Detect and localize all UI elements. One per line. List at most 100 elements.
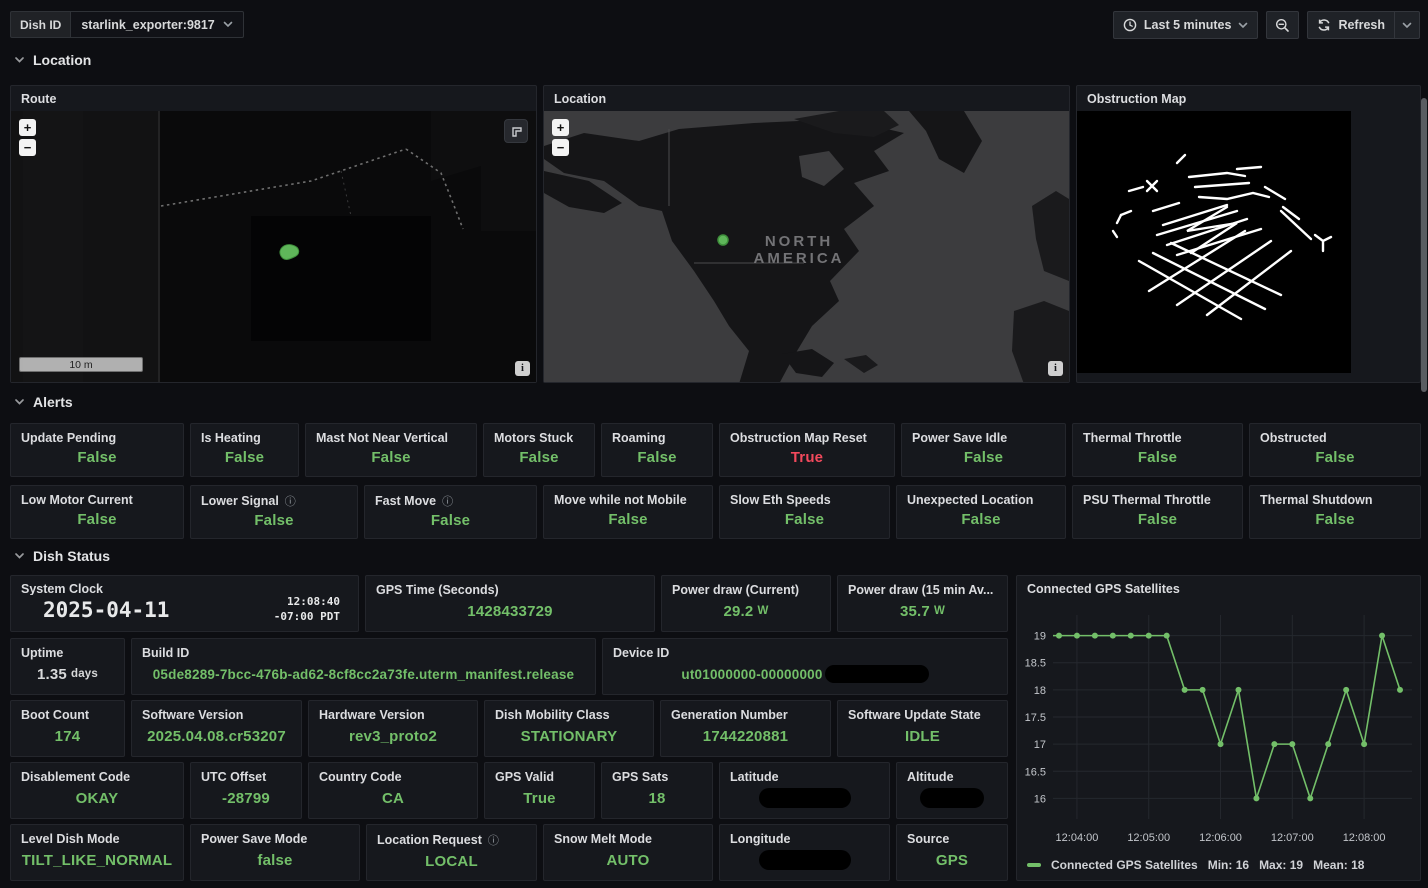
stat-label: Level Dish Mode — [21, 832, 173, 846]
stat-value: rev3_proto2 — [319, 722, 467, 750]
stat-label: System Clock — [21, 583, 348, 595]
location-zoom-out-button[interactable]: − — [552, 139, 569, 156]
software-version-panel: Software Version 2025.04.08.cr53207 — [131, 700, 302, 757]
route-measure-tool-button[interactable] — [504, 119, 528, 143]
stat-value: False — [907, 507, 1055, 532]
stat-value: False — [612, 445, 702, 470]
stat-value: False — [21, 507, 173, 532]
route-attribution-button[interactable]: i — [515, 361, 530, 376]
chevron-down-icon — [1238, 22, 1248, 29]
gps-satellites-title: Connected GPS Satellites — [1017, 576, 1420, 601]
scrollbar-thumb[interactable] — [1421, 98, 1427, 392]
alerts-row-1: Update Pending False Is Heating False Ma… — [10, 423, 1421, 477]
alert-thermal-throttle: Thermal Throttle False — [1072, 423, 1243, 477]
alert-slow-eth-speeds: Slow Eth Speeds False — [719, 485, 890, 539]
status-row-4: Disablement Code OKAY UTC Offset -28799 … — [10, 762, 1008, 819]
section-alerts[interactable]: Alerts — [14, 394, 73, 410]
status-row-1: System Clock 2025-04-11 12:08:40-07:00 P… — [10, 575, 1008, 632]
chevron-down-icon — [14, 398, 25, 406]
route-map[interactable]: + − 10 m i — [11, 111, 536, 382]
power-save-mode-panel: Power Save Mode false — [190, 824, 360, 881]
stat-value: LOCAL — [377, 848, 526, 874]
stat-label: Obstructed — [1260, 431, 1410, 445]
dish-id-variable: Dish ID starlink_exporter:9817 — [10, 11, 244, 38]
location-attribution-button[interactable]: i — [1048, 361, 1063, 376]
gps-satellites-chart: 1616.51717.51818.51912:04:0012:05:0012:0… — [1017, 601, 1420, 880]
stat-value: 29.2W — [672, 597, 820, 625]
stat-value: False — [912, 445, 1055, 470]
disablement-code-panel: Disablement Code OKAY — [10, 762, 184, 819]
time-range-picker[interactable]: Last 5 minutes — [1113, 11, 1259, 39]
utc-offset-panel: UTC Offset -28799 — [190, 762, 302, 819]
stat-value: IDLE — [848, 722, 997, 750]
dish-id-label: Dish ID — [10, 11, 70, 38]
info-icon[interactable]: ⓘ — [488, 832, 499, 848]
stat-value: False — [730, 507, 879, 532]
legend-max: Max: 19 — [1259, 858, 1303, 872]
dish-id-select[interactable]: starlink_exporter:9817 — [70, 11, 243, 38]
route-zoom-out-button[interactable]: − — [19, 139, 36, 156]
stat-value: 2025.04.08.cr53207 — [142, 722, 291, 750]
stat-value: False — [554, 507, 702, 532]
level-dish-mode-panel: Level Dish Mode TILT_LIKE_NORMAL — [10, 824, 184, 881]
chevron-down-icon — [1402, 22, 1412, 29]
stat-value: False — [1083, 507, 1232, 532]
alert-is-heating: Is Heating False — [190, 423, 299, 477]
zoom-out-time-button[interactable] — [1266, 11, 1299, 39]
stat-label: Boot Count — [21, 708, 114, 722]
refresh-interval-dropdown[interactable] — [1395, 11, 1420, 39]
alert-mast-not-near-vertical: Mast Not Near Vertical False — [305, 423, 477, 477]
legend-series-label[interactable]: Connected GPS Satellites — [1051, 858, 1198, 872]
power-draw-current-panel: Power draw (Current) 29.2W — [661, 575, 831, 632]
stat-label: Build ID — [142, 646, 585, 660]
stat-label: Lower Signalⓘ — [201, 493, 347, 509]
stat-value: -28799 — [201, 784, 291, 812]
alert-obstruction-map-reset: Obstruction Map Reset True — [719, 423, 895, 477]
obstruction-map-image — [1077, 111, 1351, 373]
power-draw-avg-panel: Power draw (15 min Av... 35.7W — [837, 575, 1008, 632]
svg-text:16: 16 — [1034, 793, 1046, 805]
alerts-row-2: Low Motor Current False Lower Signalⓘ Fa… — [10, 485, 1421, 539]
device-id-panel: Device ID ut01000000-00000000 — [602, 638, 1008, 695]
status-row-2: Uptime 1.35days Build ID 05de8289-7bcc-4… — [10, 638, 1008, 695]
refresh-button[interactable]: Refresh — [1307, 11, 1395, 39]
obstruction-panel-title: Obstruction Map — [1077, 86, 1420, 111]
stat-label: Slow Eth Speeds — [730, 493, 879, 507]
info-icon[interactable]: ⓘ — [442, 493, 453, 509]
stat-label: Thermal Throttle — [1083, 431, 1232, 445]
stat-value: CA — [319, 784, 467, 812]
chevron-down-icon — [14, 552, 25, 560]
location-zoom-in-button[interactable]: + — [552, 119, 569, 136]
stat-label: Power Save Idle — [912, 431, 1055, 445]
dish-id-value: starlink_exporter:9817 — [81, 18, 214, 32]
refresh-icon — [1317, 18, 1331, 32]
refresh-label: Refresh — [1338, 18, 1385, 32]
stat-label: Dish Mobility Class — [495, 708, 643, 722]
section-location[interactable]: Location — [14, 52, 91, 68]
route-map-graphic — [11, 111, 536, 382]
stat-value — [730, 784, 879, 812]
stat-label: Generation Number — [671, 708, 820, 722]
stat-label: Software Version — [142, 708, 291, 722]
route-zoom-in-button[interactable]: + — [19, 119, 36, 136]
stat-label: Power draw (15 min Av... — [848, 583, 997, 597]
info-icon[interactable]: ⓘ — [285, 493, 296, 509]
gps-sats-panel: GPS Sats 18 — [601, 762, 713, 819]
stat-value: STATIONARY — [495, 722, 643, 750]
stat-label: Device ID — [613, 646, 997, 660]
section-dish-status[interactable]: Dish Status — [14, 548, 110, 564]
stat-value: 35.7W — [848, 597, 997, 625]
svg-text:18.5: 18.5 — [1025, 658, 1046, 670]
legend-swatch — [1027, 863, 1041, 867]
location-map-zoom-controls: + − — [552, 119, 569, 156]
stat-value: 1744220881 — [671, 722, 820, 750]
location-map[interactable]: NORTH AMERICA + − i — [544, 111, 1069, 382]
software-update-state-panel: Software Update State IDLE — [837, 700, 1008, 757]
stat-label: GPS Time (Seconds) — [376, 583, 644, 597]
system-clock-panel: System Clock 2025-04-11 12:08:40-07:00 P… — [10, 575, 359, 632]
alert-move-while-not-mobile: Move while not Mobile False — [543, 485, 713, 539]
stat-label: Country Code — [319, 770, 467, 784]
stat-value: False — [494, 445, 584, 470]
redaction-blob — [920, 788, 984, 808]
stat-label: Unexpected Location — [907, 493, 1055, 507]
